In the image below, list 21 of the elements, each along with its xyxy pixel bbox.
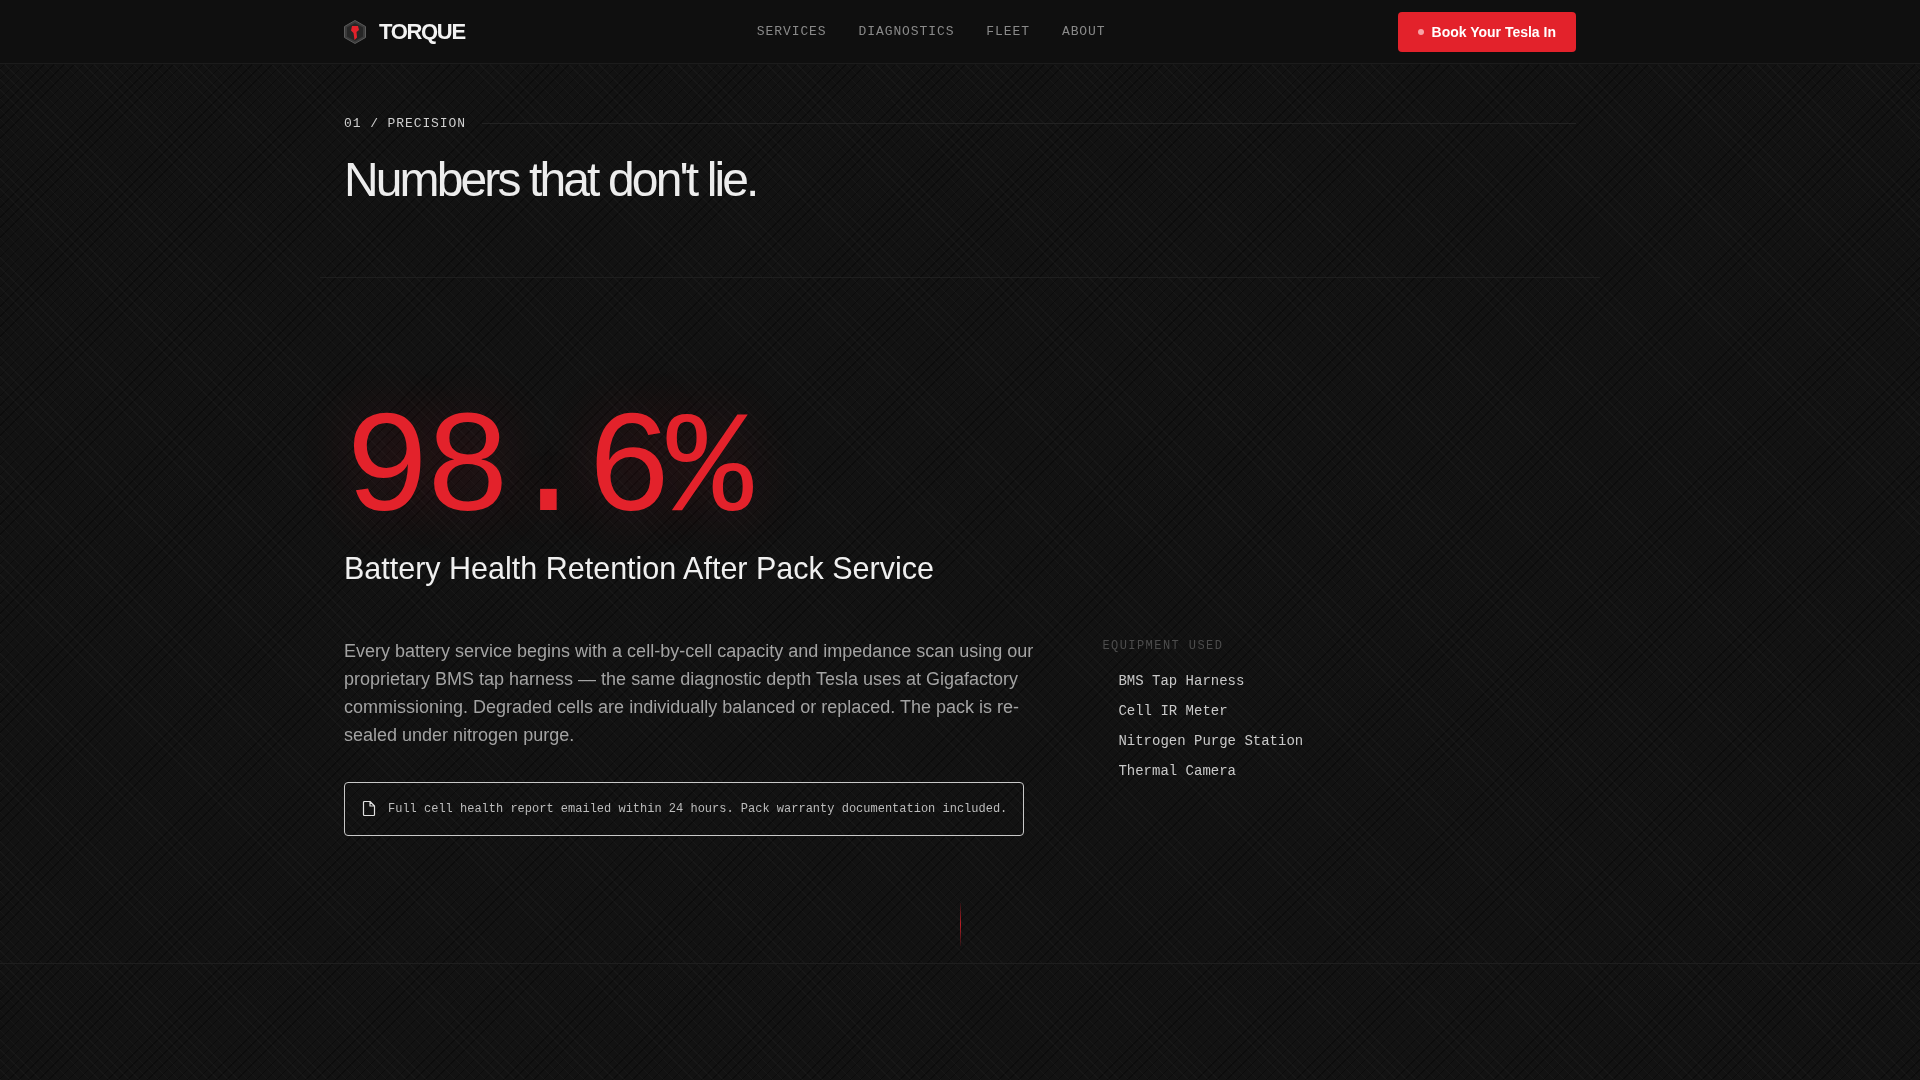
nav-link[interactable]: DIAGNOSTICS xyxy=(858,24,955,39)
stat-label: Battery Health Retention After Pack Service xyxy=(344,549,934,586)
equipment-heading: EQUIPMENT USED xyxy=(1102,637,1224,654)
brand-name: TORQUE xyxy=(379,18,465,45)
nav-link[interactable]: SERVICES xyxy=(756,24,827,39)
stat-value: 98.6% xyxy=(344,399,748,544)
document-icon xyxy=(362,801,376,817)
nav-link[interactable]: FLEET xyxy=(986,24,1030,39)
book-button[interactable]: Book Your Tesla In xyxy=(1397,11,1576,52)
equipment-item: Thermal Camera xyxy=(1118,761,1236,781)
vertical-line-icon xyxy=(959,902,961,946)
stat-description: Every battery service begins with a cell-by-cell capacity and impedance scan using our proprietary BMS tap harness — the same diagnostic depth Tesla uses at Gigafactory commissioning. Degraded cells are individually balanced or replaced. The pack is re-sealed under nitrogen purge. xyxy=(344,639,1035,747)
equipment-item: Cell IR Meter xyxy=(1118,701,1228,721)
nav-link[interactable]: ABOUT xyxy=(1061,24,1106,39)
equipment-item: BMS Tap Harness xyxy=(1118,671,1245,691)
equipment-item: Nitrogen Purge Station xyxy=(1118,731,1304,751)
section-heading: Numbers that don't lie. xyxy=(344,154,758,207)
dot-icon xyxy=(1417,28,1424,35)
hexagon-logo-icon xyxy=(344,19,366,44)
section-eyebrow: 01 / PRECISION xyxy=(344,115,466,131)
note-text: Full cell health report emailed within 24 hours. Pack warranty documentation included. xyxy=(388,800,1008,818)
